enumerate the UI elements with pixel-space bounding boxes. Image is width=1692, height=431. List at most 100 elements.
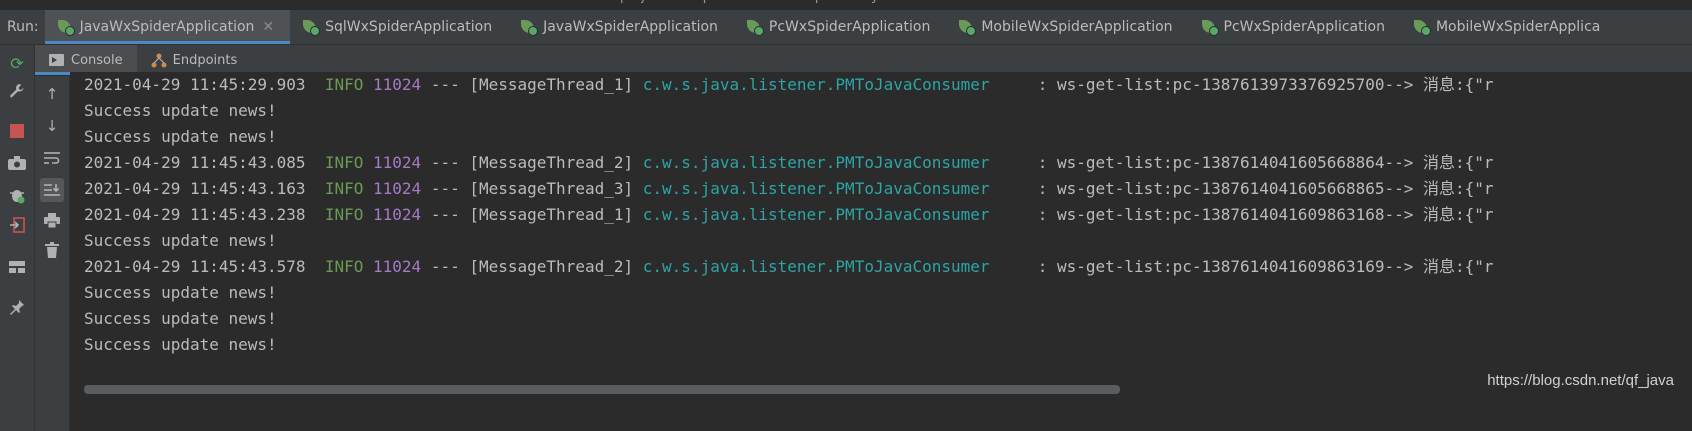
- tab-console[interactable]: Console: [35, 45, 137, 75]
- log-text: : ws-get-list:pc-1387614041609863169--> …: [1037, 257, 1494, 276]
- scroll-down-icon[interactable]: ↓: [42, 116, 62, 136]
- log-logger: c.w.s.java.listener.PMToJavaConsumer: [642, 257, 990, 276]
- log-pid: 11024: [373, 179, 422, 198]
- log-entry: 2021-04-29 11:45:29.903 INFO 11024 --- […: [84, 72, 1494, 98]
- close-icon[interactable]: ✕: [262, 19, 274, 35]
- log-message: Success update news!: [84, 335, 277, 354]
- log-message: Success update news!: [84, 283, 277, 302]
- run-tab[interactable]: JavaWxSpiderApplication: [508, 10, 734, 44]
- breadcrumb-item[interactable]: dependency: [799, 0, 879, 4]
- log-thread: [MessageThread_1]: [469, 205, 634, 224]
- horizontal-scrollbar[interactable]: [84, 385, 1120, 394]
- console-toolbar: ↑ ↓: [35, 76, 70, 431]
- log-text: : ws-get-list:pc-1387613973376925700--> …: [1037, 75, 1494, 94]
- run-tab-label: JavaWxSpiderApplication: [543, 19, 718, 35]
- debug-icon[interactable]: [7, 185, 27, 205]
- tab-endpoints[interactable]: Endpoints: [137, 45, 252, 75]
- soft-wrap-icon[interactable]: [42, 148, 62, 168]
- log-text: : ws-get-list:pc-1387614041609863168--> …: [1037, 205, 1494, 224]
- tab-endpoints-label: Endpoints: [172, 52, 238, 68]
- log-pid: 11024: [373, 257, 422, 276]
- log-text: : ws-get-list:pc-1387614041605668864--> …: [1037, 153, 1494, 172]
- console-output[interactable]: 2021-04-29 11:45:29.903 INFO 11024 --- […: [70, 72, 1692, 422]
- log-level: INFO: [324, 179, 364, 198]
- log-logger: c.w.s.java.listener.PMToJavaConsumer: [642, 153, 990, 172]
- tab-console-label: Console: [71, 52, 123, 68]
- print-icon[interactable]: [42, 210, 62, 230]
- log-thread: [MessageThread_1]: [469, 75, 634, 94]
- run-tab-label: PcWxSpiderApplication: [768, 19, 931, 35]
- breadcrumb-separator: ›: [671, 0, 676, 4]
- log-logger: c.w.s.java.listener.PMToJavaConsumer: [642, 179, 990, 198]
- log-message: Success update news!: [84, 127, 277, 146]
- breadcrumb-separator: ›: [783, 0, 788, 4]
- spring-boot-icon: [520, 18, 539, 36]
- spring-boot-icon: [746, 18, 764, 36]
- trash-icon[interactable]: [42, 240, 62, 260]
- log-pid: 11024: [373, 205, 422, 224]
- layout-icon[interactable]: [7, 257, 27, 277]
- breadcrumb: project › dependencies › dependency › artif…: [620, 0, 965, 4]
- rerun-icon[interactable]: ⟳: [7, 53, 27, 73]
- wrench-icon[interactable]: [7, 81, 27, 101]
- scroll-to-end-icon[interactable]: [40, 178, 64, 202]
- run-tab[interactable]: PcWxSpiderApplication: [1189, 10, 1401, 44]
- camera-icon[interactable]: [7, 153, 27, 173]
- log-level: INFO: [324, 153, 364, 172]
- spring-boot-icon: [958, 18, 977, 36]
- breadcrumb-separator: ›: [885, 0, 890, 4]
- log-timestamp: 2021-04-29 11:45:43.578: [84, 257, 306, 276]
- run-tab-label: JavaWxSpiderApplication: [79, 19, 255, 35]
- log-text: : ws-get-list:pc-1387614041605668865--> …: [1037, 179, 1494, 198]
- log-thread: [MessageThread_2]: [469, 257, 634, 276]
- log-separator: ---: [430, 257, 460, 276]
- spring-boot-icon: [302, 18, 321, 36]
- stop-icon[interactable]: [7, 121, 27, 141]
- log-message: Success update news!: [84, 101, 277, 120]
- run-tab-label: MobileWxSpiderApplica: [1435, 19, 1601, 35]
- run-tab[interactable]: MobileWxSpiderApplica: [1401, 10, 1616, 44]
- log-separator: ---: [430, 205, 460, 224]
- run-tab-label: PcWxSpiderApplication: [1223, 19, 1385, 35]
- breadcrumb-item[interactable]: dependencies: [686, 0, 777, 4]
- log-thread: [MessageThread_3]: [469, 179, 634, 198]
- run-tab[interactable]: MobileWxSpiderApplication: [946, 10, 1188, 44]
- run-toolbar: ⟳: [0, 45, 35, 431]
- log-level: INFO: [324, 75, 364, 94]
- run-tab[interactable]: SqlWxSpiderApplication: [290, 10, 508, 44]
- log-level: INFO: [324, 257, 364, 276]
- run-tab[interactable]: JavaWxSpiderApplication ✕: [44, 10, 291, 44]
- spring-boot-icon: [1201, 18, 1219, 36]
- endpoints-icon: [151, 52, 167, 68]
- console-icon: [49, 54, 64, 66]
- log-separator: ---: [430, 75, 460, 94]
- run-label: Run:: [7, 19, 39, 35]
- scroll-up-icon[interactable]: ↑: [42, 84, 62, 104]
- exit-icon[interactable]: [7, 215, 27, 235]
- log-timestamp: 2021-04-29 11:45:43.085: [84, 153, 306, 172]
- log-pid: 11024: [373, 75, 422, 94]
- watermark: https://blog.csdn.net/qf_java: [1487, 372, 1674, 389]
- log-pid: 11024: [373, 153, 422, 172]
- run-tab-bar: Run: JavaWxSpiderApplication ✕ SqlWxSpid…: [0, 10, 1692, 45]
- log-message: Success update news!: [84, 231, 277, 250]
- breadcrumb-item[interactable]: project: [620, 0, 665, 4]
- log-entry: 2021-04-29 11:45:43.163 INFO 11024 --- […: [84, 176, 1494, 202]
- pin-icon[interactable]: [7, 297, 27, 317]
- log-level: INFO: [324, 205, 364, 224]
- run-tab[interactable]: PcWxSpiderApplication: [734, 10, 946, 44]
- run-tab-label: MobileWxSpiderApplication: [981, 19, 1173, 35]
- log-timestamp: 2021-04-29 11:45:43.163: [84, 179, 306, 198]
- ide-window: project › dependencies › dependency › artif…: [0, 0, 1692, 431]
- log-entry: 2021-04-29 11:45:43.578 INFO 11024 --- […: [84, 254, 1494, 280]
- breadcrumb-item[interactable]: artifactId: [900, 0, 959, 4]
- log-timestamp: 2021-04-29 11:45:29.903: [84, 75, 306, 94]
- log-separator: ---: [430, 179, 460, 198]
- spring-boot-icon: [1413, 18, 1431, 36]
- log-entry: 2021-04-29 11:45:43.085 INFO 11024 --- […: [84, 150, 1494, 176]
- log-logger: c.w.s.java.listener.PMToJavaConsumer: [642, 75, 990, 94]
- log-entry: 2021-04-29 11:45:43.238 INFO 11024 --- […: [84, 202, 1494, 228]
- log-thread: [MessageThread_2]: [469, 153, 634, 172]
- log-message: Success update news!: [84, 309, 277, 328]
- log-logger: c.w.s.java.listener.PMToJavaConsumer: [642, 205, 990, 224]
